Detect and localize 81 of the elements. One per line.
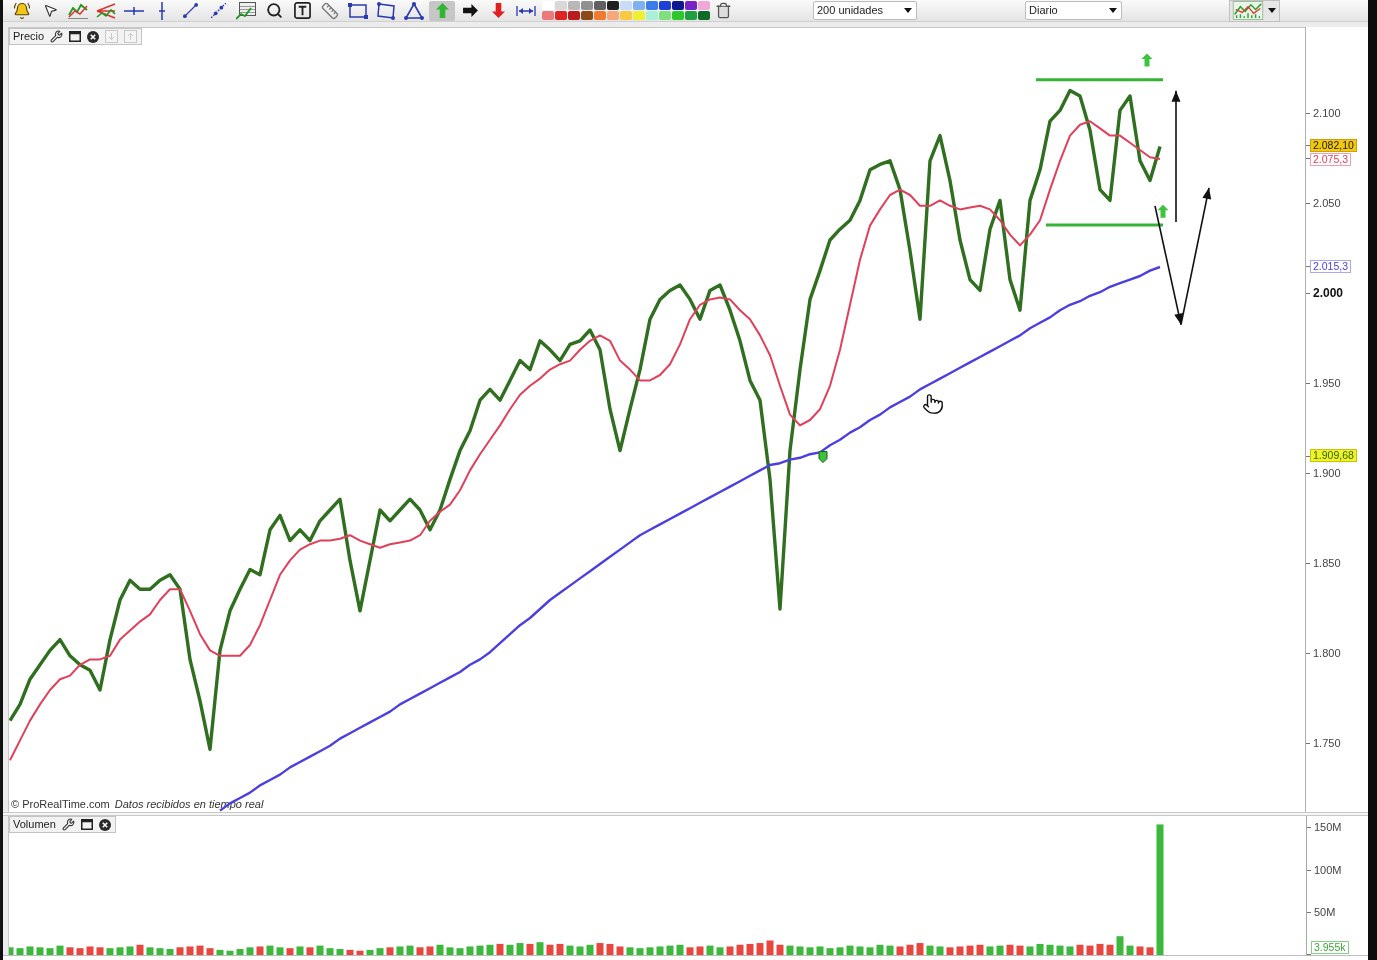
value-badge: 1.909,68	[1310, 449, 1357, 463]
axis-label: 2.000	[1313, 286, 1344, 300]
axis-label: 50M	[1314, 905, 1336, 920]
value-badge: 2.075,3	[1310, 152, 1352, 166]
dotted-line-icon	[210, 3, 226, 18]
color-swatch[interactable]	[620, 1, 632, 10]
axis-label: 1.800	[1313, 645, 1341, 660]
chart-icon	[1232, 1, 1264, 20]
diagonal-line-icon	[182, 3, 198, 18]
color-swatch[interactable]	[594, 11, 606, 20]
horizontal-line-icon	[124, 5, 144, 16]
trash-icon	[714, 2, 732, 19]
hand-cursor-icon	[922, 393, 944, 415]
color-swatch[interactable]	[659, 11, 671, 20]
close-button[interactable]	[87, 30, 100, 43]
color-swatch[interactable]	[594, 1, 606, 10]
color-swatch[interactable]	[659, 1, 671, 10]
right-arrow-icon	[462, 4, 478, 17]
down-arrow-icon	[491, 3, 505, 18]
units-dropdown[interactable]: 200 unidades	[813, 1, 917, 20]
color-swatch[interactable]	[581, 11, 593, 20]
value-badge: 3.955k	[1311, 941, 1349, 954]
panel-title: Precio	[13, 30, 45, 43]
rectangle-tool-button[interactable]	[345, 0, 371, 21]
color-swatch[interactable]	[633, 1, 645, 10]
marker-icon	[818, 451, 828, 464]
grid-chart-icon	[236, 1, 256, 20]
axis-label: 100M	[1314, 862, 1342, 877]
color-swatch[interactable]	[555, 11, 567, 20]
color-swatch[interactable]	[685, 1, 697, 10]
fan-chart-icon	[96, 2, 116, 19]
text-icon	[293, 2, 311, 19]
caret-icon	[904, 8, 912, 13]
rectangle-icon	[348, 2, 368, 19]
color-swatch[interactable]	[568, 11, 580, 20]
color-swatch[interactable]	[633, 11, 645, 20]
up-arrow-icon	[435, 3, 449, 18]
copyright-text: © ProRealTime.com	[11, 798, 110, 811]
axis-label: 2.100	[1313, 106, 1341, 120]
color-swatch[interactable]	[698, 11, 710, 20]
axis-label: 150M	[1314, 820, 1342, 834]
close-icon	[87, 30, 100, 43]
double-arrow-icon	[516, 5, 536, 16]
color-swatch[interactable]	[685, 11, 697, 20]
chart-style-button[interactable]	[1229, 0, 1280, 22]
axis-label: 1.750	[1313, 735, 1341, 750]
color-swatch[interactable]	[542, 11, 554, 20]
maximize-button[interactable]	[69, 31, 82, 42]
color-swatch[interactable]	[568, 1, 580, 10]
pointer-icon	[42, 3, 58, 18]
triangle-tool-button[interactable]	[401, 0, 427, 21]
levels-tool-button[interactable]	[233, 0, 259, 21]
axis-label: 1.950	[1313, 376, 1341, 390]
settings-button[interactable]	[50, 30, 64, 43]
ruler-icon	[321, 1, 339, 20]
color-swatch[interactable]	[620, 11, 632, 20]
window-icon	[69, 31, 82, 42]
wrench-icon	[50, 30, 64, 43]
color-swatch[interactable]	[672, 11, 684, 20]
color-swatch[interactable]	[646, 11, 658, 20]
color-swatch[interactable]	[542, 1, 554, 10]
search-icon	[265, 2, 283, 19]
color-swatch[interactable]	[555, 1, 567, 10]
axis-label: 1.850	[1313, 556, 1341, 570]
color-swatch[interactable]	[581, 1, 593, 10]
axis-label: 2.050	[1313, 196, 1341, 210]
color-swatch[interactable]	[607, 11, 619, 20]
vertical-line-icon	[158, 1, 166, 20]
axis-label: 1.900	[1313, 466, 1341, 480]
color-swatch[interactable]	[698, 1, 710, 10]
triangle-icon	[404, 1, 424, 20]
caret-icon	[1268, 8, 1276, 13]
line-chart-icon	[68, 2, 88, 19]
value-badge: 2.082,10	[1310, 138, 1357, 152]
color-swatch[interactable]	[646, 1, 658, 10]
value-badge: 2.015,3	[1310, 259, 1352, 273]
bell-icon	[13, 1, 31, 20]
color-swatch[interactable]	[607, 1, 619, 10]
color-swatch[interactable]	[672, 1, 684, 10]
caret-icon	[1109, 8, 1117, 13]
period-dropdown[interactable]: Diario	[1025, 1, 1122, 20]
